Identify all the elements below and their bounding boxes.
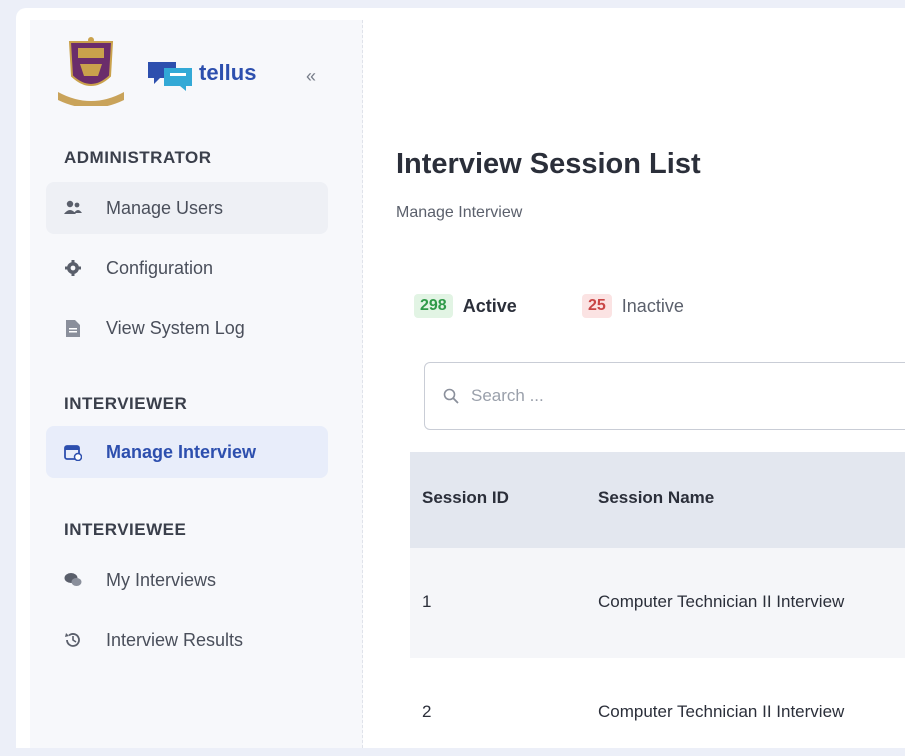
chat-icon [64,571,82,589]
chat-bubbles-logo-icon [146,58,194,92]
sidebar: tellus « ADMINISTRATOR Manage Users Conf… [30,20,363,748]
cell-session-name: Computer Technician II Interview [598,592,845,611]
collapse-sidebar-button[interactable]: « [306,66,316,87]
calendar-icon [64,443,82,461]
search-icon [443,388,459,404]
sidebar-item-interview-results[interactable]: Interview Results [46,614,328,666]
tab-inactive[interactable]: 25 Inactive [582,290,684,322]
sidebar-item-label: Configuration [106,257,214,278]
document-icon [64,319,82,337]
sidebar-item-view-system-log[interactable]: View System Log [46,302,328,354]
search-input[interactable] [469,385,773,407]
session-table-card: Session ID Session Name 1 Computer Techn… [394,328,905,748]
tab-label: Active [462,295,517,316]
sidebar-item-label: My Interviews [106,569,217,590]
table-row[interactable]: 1 Computer Technician II Interview [410,548,905,658]
brand-name: tellus [199,60,257,85]
sidebar-item-manage-interview[interactable]: Manage Interview [46,426,328,478]
page-title: Interview Session List [396,148,701,180]
cell-session-name: Computer Technician II Interview [598,702,845,721]
table-row[interactable]: 2 Computer Technician II Interview [410,658,905,748]
sidebar-item-label: Interview Results [106,629,244,650]
app-window: tellus « ADMINISTRATOR Manage Users Conf… [16,8,905,748]
tab-active[interactable]: 298 Active [414,290,517,322]
active-count-badge: 298 [414,294,453,318]
breadcrumb: Manage Interview [396,204,523,221]
brand: tellus « [54,36,354,108]
cell-session-id: 1 [422,592,432,611]
sidebar-item-configuration[interactable]: Configuration [46,242,328,294]
column-header-session-id[interactable]: Session ID [422,488,509,508]
sidebar-item-label: Manage Users [106,197,224,218]
column-header-session-name[interactable]: Session Name [598,488,714,508]
sidebar-item-label: View System Log [106,317,245,338]
tab-label: Inactive [621,295,684,316]
section-title-interviewer: INTERVIEWER [64,394,188,413]
sidebar-item-label: Manage Interview [106,441,257,462]
search-box[interactable] [424,362,905,430]
main-content: Interview Session List Manage Interview … [362,8,905,748]
users-icon [64,199,82,217]
section-title-administrator: ADMINISTRATOR [64,148,212,167]
section-title-interviewee: INTERVIEWEE [64,520,187,539]
sidebar-item-my-interviews[interactable]: My Interviews [46,554,328,606]
table-header: Session ID Session Name [410,452,905,548]
gear-icon [64,259,82,277]
university-crest-icon [54,36,128,108]
cell-session-id: 2 [422,702,432,721]
sidebar-item-manage-users[interactable]: Manage Users [46,182,328,234]
history-icon [64,631,82,649]
inactive-count-badge: 25 [582,294,612,318]
